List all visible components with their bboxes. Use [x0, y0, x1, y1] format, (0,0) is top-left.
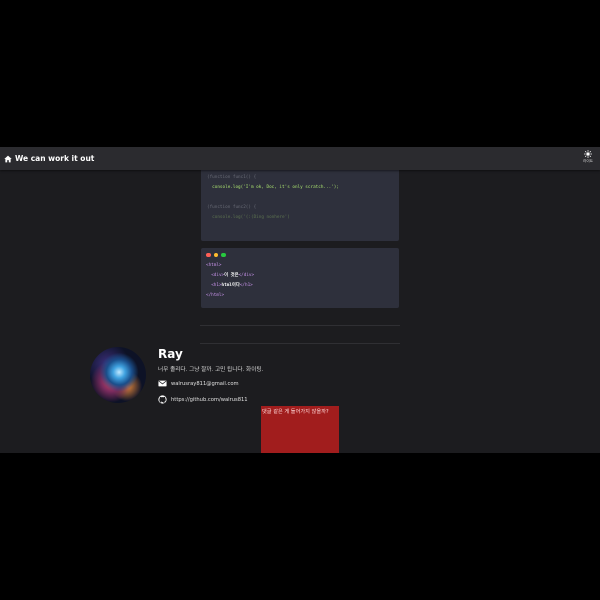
author-profile: Ray 너무 졸리다. 그냥 잘까. 고민 됩니다. 화이팅. walrusra… [90, 347, 510, 407]
github-icon [158, 395, 167, 404]
author-name: Ray [158, 347, 183, 361]
minimize-dot-icon [213, 252, 218, 258]
github-link[interactable]: https://github.com/walrus811 [158, 395, 248, 404]
comments-placeholder: 댓글 같은 게 들어가지 않을까? [262, 409, 329, 415]
code-line: <html> [206, 263, 222, 268]
home-icon [4, 155, 12, 162]
theme-toggle-button[interactable]: 라이트 [580, 150, 596, 168]
code-line: </html> [206, 293, 225, 298]
email-contact[interactable]: walrusray811@gmail.com [158, 379, 239, 388]
theme-toggle-label: 라이트 [583, 159, 593, 163]
home-link[interactable]: We can work it out [4, 154, 94, 163]
close-dot-icon [206, 252, 211, 258]
code-line: <div>이 것은</div> [211, 273, 255, 278]
divider [200, 325, 400, 326]
window-controls [206, 252, 399, 258]
maximize-dot-icon [221, 252, 226, 258]
site-title[interactable]: We can work it out [15, 154, 94, 163]
top-navigation-bar: We can work it out 라이트 [0, 147, 600, 170]
code-line: (function func2() { [207, 205, 257, 210]
code-line: <h1>html이다</h1> [211, 283, 253, 288]
code-line: (function func1() { [207, 175, 257, 180]
divider [200, 343, 400, 344]
code-line: console.log('(:(Ding nonhere') [207, 215, 290, 220]
code-block-html: <html> <div>이 것은</div> <h1>html이다</h1> <… [201, 248, 399, 308]
author-bio: 너무 졸리다. 그냥 잘까. 고민 됩니다. 화이팅. [158, 367, 264, 373]
sun-icon [584, 150, 592, 158]
code-block-javascript: (function func1() { console.log('I'm ok,… [201, 167, 399, 241]
comments-section: 댓글 같은 게 들어가지 않을까? [261, 406, 339, 453]
email-text[interactable]: walrusray811@gmail.com [171, 381, 239, 387]
page-viewport: We can work it out 라이트 (function func1()… [0, 147, 600, 453]
code-line: console.log('I'm ok, Doc, it's only scra… [207, 185, 339, 190]
mail-icon [158, 380, 167, 387]
github-url[interactable]: https://github.com/walrus811 [171, 397, 248, 403]
avatar [90, 347, 146, 403]
